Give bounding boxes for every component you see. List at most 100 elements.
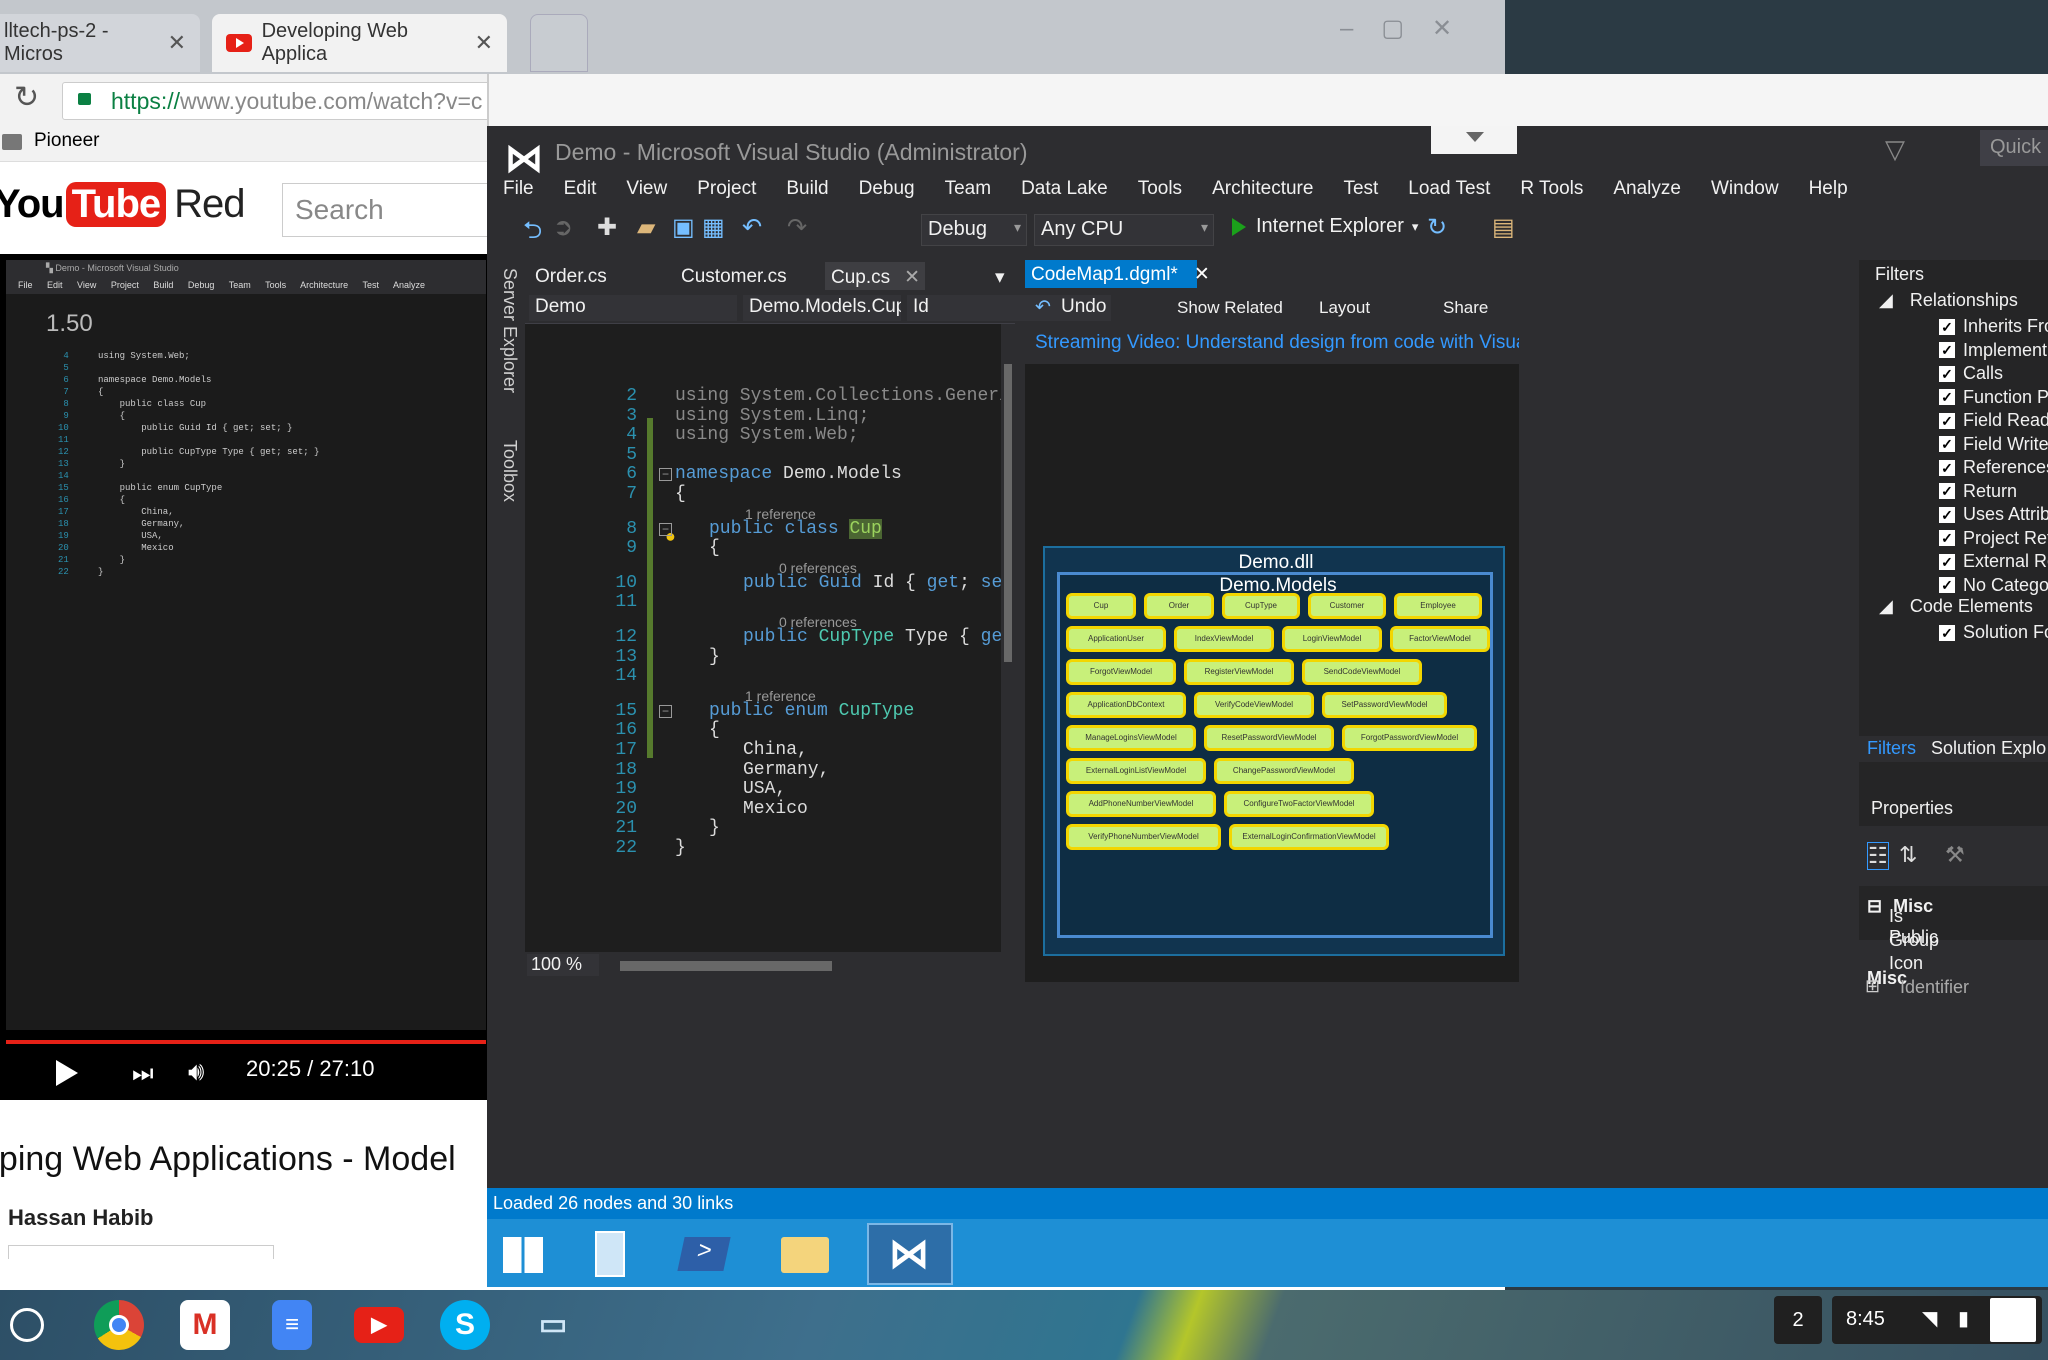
filter-solution-folder[interactable]: ✓ Solution Fo: [1939, 622, 2048, 643]
toolbox-tab[interactable]: Toolbox: [499, 440, 520, 502]
youtube-logo[interactable]: You Tube Red: [0, 182, 246, 227]
launcher-icon[interactable]: [10, 1308, 44, 1342]
chrome-icon[interactable]: [94, 1300, 144, 1350]
checkbox-icon[interactable]: ✓: [1939, 436, 1955, 452]
filter-item[interactable]: ✓ Inherits Fro: [1939, 316, 2048, 337]
windows-start-icon[interactable]: [487, 1223, 573, 1285]
close-icon[interactable]: ✕: [1194, 264, 1210, 285]
namespace-group[interactable]: Demo.Models Cup Order CupType Customer Emplo…: [1057, 572, 1493, 938]
configuration-select[interactable]: Debug: [921, 214, 1027, 246]
forward-icon[interactable]: ➲: [553, 213, 573, 242]
system-tray[interactable]: 8:45 ◥ ▮: [1832, 1296, 2042, 1344]
property-pages-icon[interactable]: ⚒: [1945, 842, 1965, 868]
close-icon[interactable]: ✕: [904, 267, 920, 288]
horizontal-scrollbar[interactable]: [620, 961, 832, 971]
codemap-node[interactable]: AddPhoneNumberViewModel: [1066, 791, 1216, 817]
checkbox-icon[interactable]: ✓: [1939, 459, 1955, 476]
codemap-node[interactable]: VerifyPhoneNumberViewModel: [1066, 824, 1221, 850]
codemap-node[interactable]: LoginViewModel: [1282, 626, 1382, 652]
codemap-node[interactable]: ForgotViewModel: [1066, 659, 1176, 685]
menu-test[interactable]: Test: [1343, 178, 1378, 200]
file-explorer-icon[interactable]: [763, 1223, 849, 1285]
dll-group[interactable]: Demo.dll Demo.Models Cup Order CupType Cust…: [1043, 546, 1505, 956]
menu-edit[interactable]: Edit: [564, 178, 597, 200]
codemap-node[interactable]: Cup: [1066, 593, 1136, 619]
browser-link-icon[interactable]: ▤: [1492, 213, 1515, 242]
codemap-node[interactable]: IndexViewModel: [1174, 626, 1274, 652]
menu-analyze[interactable]: Analyze: [1613, 178, 1681, 200]
codemap-node[interactable]: SendCodeViewModel: [1302, 659, 1422, 685]
checkbox-icon[interactable]: ✓: [1939, 483, 1955, 499]
visual-studio-taskbar-icon[interactable]: ⋈: [867, 1223, 953, 1285]
tab-solution-explorer[interactable]: Solution Explo: [1931, 738, 2046, 759]
server-manager-icon[interactable]: [573, 1223, 659, 1285]
property-row[interactable]: Group: [1889, 930, 1939, 951]
codemap-node[interactable]: ApplicationUser: [1066, 626, 1166, 652]
codemap-node[interactable]: Order: [1144, 593, 1214, 619]
expand-icon[interactable]: ⊞: [1865, 976, 1880, 997]
codemap-node[interactable]: CupType: [1222, 593, 1300, 619]
bookmark-pioneer[interactable]: Pioneer: [34, 130, 100, 152]
fold-icon[interactable]: −: [659, 522, 672, 536]
categorized-icon[interactable]: ☷: [1867, 842, 1889, 870]
close-icon[interactable]: ✕: [475, 30, 493, 56]
show-related-button[interactable]: Show Related: [1177, 298, 1283, 318]
save-icon[interactable]: ▣: [672, 213, 695, 242]
menu-help[interactable]: Help: [1809, 178, 1848, 200]
tab-order-cs[interactable]: Order.cs: [529, 262, 613, 290]
checkbox-icon[interactable]: ✓: [1939, 624, 1955, 641]
subscribe-button[interactable]: [8, 1245, 274, 1259]
editor-vertical-scrollbar[interactable]: [1001, 324, 1015, 952]
fold-icon[interactable]: −: [659, 468, 672, 482]
codemap-node[interactable]: ChangePasswordViewModel: [1214, 758, 1354, 784]
filter-item[interactable]: ✓ Implement: [1939, 340, 2047, 361]
filter-item[interactable]: ✓ No Categor: [1939, 575, 2048, 596]
tab-customer-cs[interactable]: Customer.cs: [675, 262, 793, 290]
youtube-icon[interactable]: ▶: [354, 1307, 404, 1343]
gmail-icon[interactable]: M: [180, 1300, 230, 1350]
menu-debug[interactable]: Debug: [859, 178, 915, 200]
code-elements-group[interactable]: ◢ Code Elements: [1879, 596, 2033, 617]
refresh-icon[interactable]: ↻: [1427, 213, 1447, 242]
codemap-node[interactable]: ConfigureTwoFactorViewModel: [1224, 791, 1374, 817]
codemap-node[interactable]: ResetPasswordViewModel: [1204, 725, 1334, 751]
tab-overflow-icon[interactable]: ▾: [989, 262, 1011, 290]
property-row[interactable]: Identifier: [1900, 977, 1969, 998]
undo-icon[interactable]: ↶: [1035, 296, 1051, 319]
checkbox-icon[interactable]: ✓: [1939, 530, 1955, 546]
notification-flag-icon[interactable]: ▽: [1885, 134, 1905, 165]
codemap-node[interactable]: ExternalLoginListViewModel: [1066, 758, 1206, 784]
search-input[interactable]: Search: [282, 183, 492, 237]
codemap-node[interactable]: Employee: [1394, 593, 1482, 619]
server-explorer-tab[interactable]: Server Explorer: [499, 268, 520, 393]
volume-icon[interactable]: 🔊︎: [188, 1056, 204, 1088]
tab-cup-cs[interactable]: Cup.cs ✕: [825, 262, 925, 290]
close-icon[interactable]: ✕: [168, 30, 186, 56]
filter-item[interactable]: ✓ Project Refe: [1939, 528, 2048, 549]
browser-tab-2[interactable]: Developing Web Applica ✕: [212, 14, 507, 72]
checkbox-icon[interactable]: ✓: [1939, 365, 1955, 382]
menu-team[interactable]: Team: [945, 178, 991, 200]
code-editor[interactable]: ● 2 using System.Collections.Generic; 3 usi…: [525, 324, 1001, 952]
menu-r-tools[interactable]: R Tools: [1520, 178, 1583, 200]
tab-filters[interactable]: Filters: [1867, 738, 1916, 759]
new-project-icon[interactable]: ✚: [597, 213, 617, 242]
remote-desktop-icon[interactable]: ▭: [528, 1300, 578, 1350]
platform-select[interactable]: Any CPU: [1034, 214, 1214, 246]
codemap-node[interactable]: FactorViewModel: [1390, 626, 1490, 652]
redo-icon[interactable]: ↷: [787, 213, 807, 242]
codemap-node[interactable]: ApplicationDbContext: [1066, 692, 1186, 718]
video-frame[interactable]: ▚ Demo - Microsoft Visual Studio File Ed…: [6, 260, 486, 1030]
back-icon[interactable]: ⮌: [523, 213, 542, 254]
menu-architecture[interactable]: Architecture: [1212, 178, 1313, 200]
menu-data-lake[interactable]: Data Lake: [1021, 178, 1108, 200]
checkbox-icon[interactable]: ✓: [1939, 506, 1955, 523]
video-banner-link[interactable]: Streaming Video: Understand design from …: [1025, 326, 1519, 364]
tab-codemap[interactable]: CodeMap1.dgml* ✕: [1025, 260, 1210, 288]
codemap-node[interactable]: ManageLoginsViewModel: [1066, 725, 1196, 751]
filter-item[interactable]: ✓ Uses Attribu: [1939, 504, 2048, 525]
codemap-node[interactable]: RegisterViewModel: [1184, 659, 1294, 685]
codemap-node[interactable]: ForgotPasswordViewModel: [1342, 725, 1477, 751]
codemap-node[interactable]: ExternalLoginConfirmationViewModel: [1229, 824, 1389, 850]
codemap-node[interactable]: Customer: [1308, 593, 1386, 619]
